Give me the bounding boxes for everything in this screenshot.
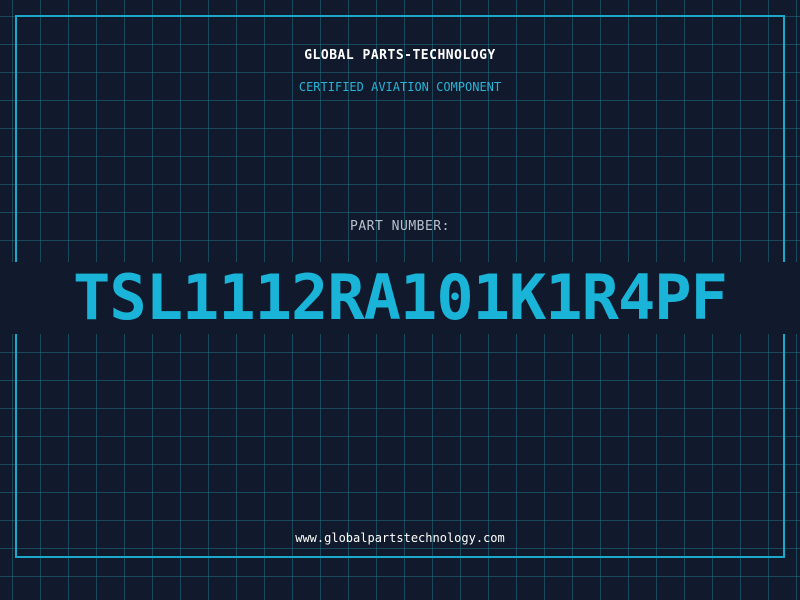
- part-number-band: TSL1112RA101K1R4PF: [0, 262, 800, 334]
- website-url: www.globalpartstechnology.com: [295, 531, 505, 545]
- part-number-value: TSL1112RA101K1R4PF: [73, 262, 728, 334]
- company-title: GLOBAL PARTS-TECHNOLOGY: [304, 48, 496, 63]
- part-card: GLOBAL PARTS-TECHNOLOGY CERTIFIED AVIATI…: [0, 0, 800, 600]
- part-number-label: PART NUMBER:: [350, 219, 450, 234]
- certification-subtitle: CERTIFIED AVIATION COMPONENT: [298, 80, 502, 94]
